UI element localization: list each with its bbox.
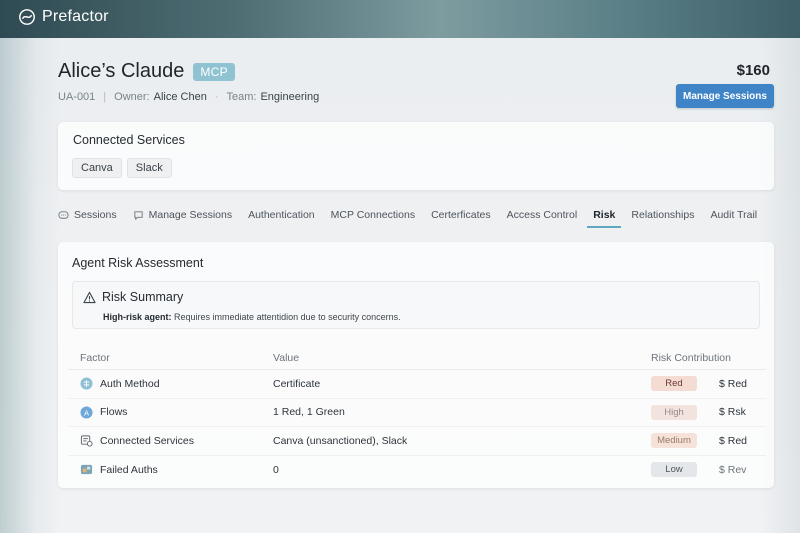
risk-level-badge: High	[651, 404, 697, 420]
tab-authentication[interactable]: Authentication	[248, 202, 315, 228]
factor-cell: Auth Method	[68, 377, 273, 390]
table-row[interactable]: Auth Method Certificate Red $ Red	[68, 370, 766, 399]
tab-label: Certerficates	[431, 209, 491, 221]
table-row[interactable]: Connected Services Canva (unsanctioned),…	[68, 427, 766, 456]
risk-summary-message: Requires immediate attentidion due to se…	[174, 312, 401, 322]
agent-price: $160	[736, 62, 770, 79]
risk-contribution: $ Rsk	[719, 406, 746, 419]
agent-id: UA-001	[58, 91, 96, 103]
agent-title-row: Alice’s Claude MCP	[58, 60, 235, 83]
value-cell: Canva (unsanctioned), Slack	[273, 434, 408, 447]
page-title: Alice’s Claude	[58, 60, 185, 82]
value-cell: 1 Red, 1 Green	[273, 406, 345, 419]
auth-method-icon	[80, 377, 93, 390]
risk-level-badge: Red	[651, 376, 697, 392]
risk-cell: Low $ Rev	[651, 462, 766, 478]
tab-sessions[interactable]: Sessions	[58, 202, 117, 228]
meta-dot: ·	[214, 91, 219, 103]
factor-cell: Connected Services	[68, 434, 273, 447]
tab-certificates[interactable]: Certerficates	[431, 202, 491, 228]
risk-cell: High $ Rsk	[651, 404, 766, 420]
tab-label: Manage Sessions	[148, 209, 233, 221]
brand[interactable]: Prefactor	[18, 8, 109, 26]
connected-services-title: Connected Services	[73, 133, 185, 147]
background-texture-left	[0, 38, 60, 533]
tab-manage-sessions[interactable]: Manage Sessions	[133, 202, 232, 228]
risk-level-badge: Medium	[651, 433, 697, 449]
value-cell: Certificate	[273, 377, 321, 390]
risk-assessment-card: Agent Risk Assessment Risk Summary High-…	[58, 242, 774, 488]
tab-label: Audit Trail	[710, 209, 758, 221]
risk-level-badge: Low	[651, 462, 697, 478]
column-header-risk-contribution: Risk Contribution	[651, 351, 731, 364]
team-label: Team:	[226, 91, 257, 103]
risk-contribution: $ Rev	[719, 463, 747, 476]
chat-icon	[58, 210, 69, 219]
risk-cell: Red $ Red	[651, 376, 766, 392]
tab-label: Authentication	[248, 209, 315, 221]
risk-summary-text: High-risk agent: Requires immediate atte…	[103, 312, 401, 322]
tab-access-control[interactable]: Access Control	[507, 202, 578, 228]
risk-contribution: $ Red	[719, 377, 748, 390]
tab-label: Risk	[593, 209, 616, 221]
factor-name: Auth Method	[100, 377, 160, 390]
tab-audit-trail[interactable]: Audit Trail	[710, 202, 757, 228]
top-header: Prefactor	[0, 0, 800, 38]
tab-label: MCP Connections	[330, 209, 416, 221]
factor-cell: A Flows	[68, 406, 273, 419]
factor-name: Connected Services	[100, 434, 194, 447]
table-header: Factor Value Risk Contribution	[68, 346, 766, 370]
flows-icon: A	[80, 406, 93, 419]
risk-factors-table: Factor Value Risk Contribution Auth Meth…	[68, 346, 766, 484]
tab-risk[interactable]: Risk	[587, 202, 622, 228]
risk-summary-header: Risk Summary	[83, 290, 183, 304]
tab-relationships[interactable]: Relationships	[631, 202, 694, 228]
manage-sessions-button[interactable]: Manage Sessions	[676, 84, 774, 108]
risk-assessment-title: Agent Risk Assessment	[72, 256, 204, 270]
failed-auths-icon	[80, 463, 93, 476]
column-header-factor: Factor	[80, 351, 110, 364]
service-chip-canva[interactable]: Canva	[72, 158, 122, 178]
risk-contribution: $ Red	[719, 434, 748, 447]
factor-name: Flows	[100, 406, 128, 419]
factor-name: Failed Auths	[100, 463, 158, 476]
column-header-value: Value	[273, 351, 300, 364]
table-row[interactable]: Failed Auths 0 Low $ Rev	[68, 456, 766, 485]
svg-text:A: A	[84, 408, 89, 417]
team-value: Engineering	[260, 91, 320, 103]
owner-label: Owner:	[114, 91, 150, 103]
value-cell: 0	[273, 463, 279, 476]
factor-cell: Failed Auths	[68, 463, 273, 476]
chat-bubble-icon	[133, 210, 143, 220]
tab-mcp-connections[interactable]: MCP Connections	[331, 202, 415, 228]
meta-divider: |	[103, 91, 107, 103]
tab-label: Relationships	[631, 209, 695, 221]
service-chips: Canva Slack	[72, 158, 177, 178]
service-chip-slack[interactable]: Slack	[126, 158, 172, 178]
prefactor-logo-icon	[19, 9, 35, 25]
risk-cell: Medium $ Red	[651, 433, 766, 449]
agent-meta: UA-001 | Owner: Alice Chen · Team: Engin…	[58, 91, 319, 103]
risk-summary-box: Risk Summary High-risk agent: Requires i…	[72, 281, 760, 329]
services-icon	[80, 434, 93, 447]
agent-tabs: Sessions Manage Sessions Authentication …	[58, 202, 774, 228]
risk-summary-label: High-risk agent:	[103, 312, 172, 322]
connected-services-card: Connected Services Canva Slack	[58, 122, 774, 190]
brand-name: Prefactor	[42, 8, 109, 25]
risk-summary-title: Risk Summary	[102, 290, 184, 304]
warning-icon	[83, 291, 96, 303]
tab-label: Sessions	[74, 209, 117, 221]
owner-value: Alice Chen	[153, 91, 207, 103]
table-row[interactable]: A Flows 1 Red, 1 Green High $ Rsk	[68, 399, 766, 427]
mcp-badge: MCP	[193, 62, 235, 81]
tab-label: Access Control	[506, 209, 578, 221]
